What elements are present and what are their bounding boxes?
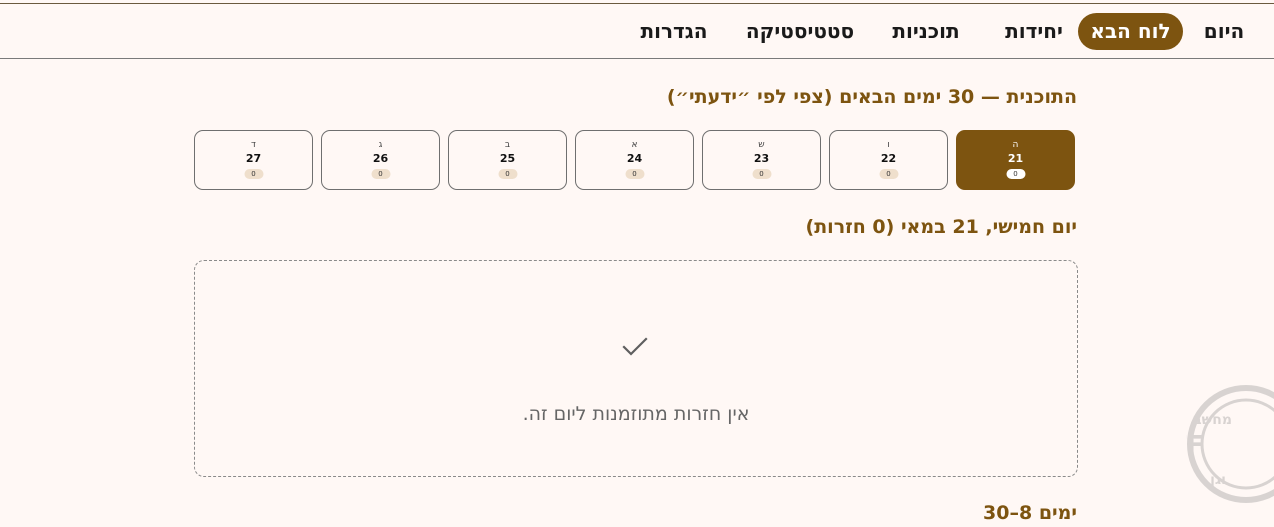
day-card-weekday: א	[631, 140, 638, 150]
day-card-number: 23	[753, 152, 770, 165]
day-card-23[interactable]: ש 23 0	[702, 130, 821, 190]
main-nav: היום לוח הבא יחידות תוכניות סטטיסטיקה הג…	[0, 4, 1274, 59]
day-card-27[interactable]: ד 27 0	[194, 130, 313, 190]
day-card-weekday: ג	[378, 140, 383, 150]
plan-title: התוכנית — 30 ימים הבאים (צפי לפי ״ידעתי״…	[666, 86, 1077, 108]
day-card-number: 22	[880, 152, 897, 165]
nav-tab-units[interactable]: יחידות	[997, 13, 1071, 50]
day-card-weekday: ד	[251, 140, 256, 150]
day-card-number: 21	[1007, 152, 1024, 165]
empty-state-panel: אין חזרות מתוזמנות ליום זה.	[194, 260, 1078, 477]
day-card-weekday: ב	[504, 140, 511, 150]
watermark-text-bottom: וגן	[1210, 472, 1226, 488]
day-card-count-badge: 0	[244, 169, 263, 179]
day-card-count-badge: 0	[371, 169, 390, 179]
nav-tab-today[interactable]: היום	[1202, 13, 1246, 50]
day-card-weekday: ש	[758, 140, 765, 150]
day-card-number: 25	[499, 152, 516, 165]
watermark-text-mid: NETF	[1186, 431, 1204, 461]
range-section-title: ימים 8–30	[983, 502, 1077, 524]
watermark-stamp: מחשב NETF וגן	[1186, 385, 1274, 503]
day-card-count-badge: 0	[879, 169, 898, 179]
day-card-count-badge: 0	[625, 169, 644, 179]
nav-tab-plans[interactable]: תוכניות	[886, 13, 966, 50]
nav-tab-settings[interactable]: הגדרות	[638, 13, 710, 50]
day-card-count-badge: 0	[498, 169, 517, 179]
day-card-26[interactable]: ג 26 0	[321, 130, 440, 190]
day-card-25[interactable]: ב 25 0	[448, 130, 567, 190]
day-card-number: 26	[372, 152, 389, 165]
selected-day-title: יום חמישי, 21 במאי (0 חזרות)	[805, 216, 1077, 238]
empty-state-message: אין חזרות מתוזמנות ליום זה.	[522, 403, 750, 425]
nav-tab-next-board[interactable]: לוח הבא	[1078, 13, 1183, 50]
day-card-weekday: ו	[887, 140, 890, 150]
day-card-weekday: ה	[1012, 140, 1019, 150]
day-card-21[interactable]: ה 21 0	[956, 130, 1075, 190]
day-card-24[interactable]: א 24 0	[575, 130, 694, 190]
watermark-text-top: מחשב	[1193, 412, 1232, 428]
day-card-number: 27	[245, 152, 262, 165]
nav-tab-statistics[interactable]: סטטיסטיקה	[740, 13, 860, 50]
check-icon	[622, 337, 648, 356]
day-card-count-badge: 0	[752, 169, 771, 179]
day-card-count-badge: 0	[1006, 169, 1025, 179]
day-card-22[interactable]: ו 22 0	[829, 130, 948, 190]
day-card-number: 24	[626, 152, 643, 165]
